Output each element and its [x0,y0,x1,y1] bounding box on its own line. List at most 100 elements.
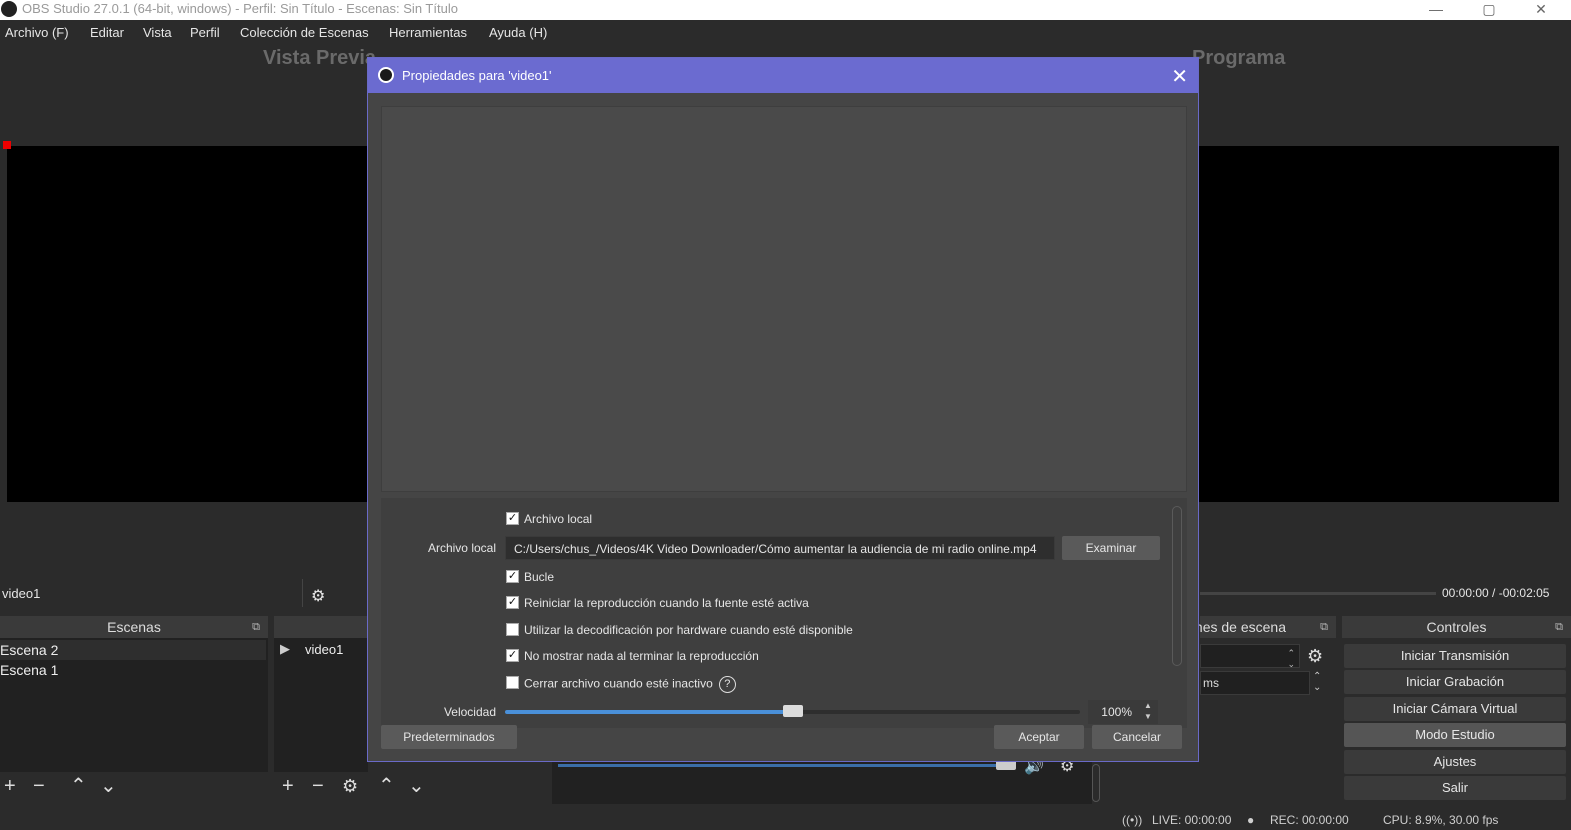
rec-indicator-icon: ● [1247,813,1255,827]
studio-mode-button[interactable]: Modo Estudio [1344,723,1566,747]
local-file-label: Archivo local [427,541,496,555]
sources-dock-header [274,616,368,638]
close-button[interactable]: ✕ [1518,0,1564,20]
live-indicator-icon: ((•)) [1122,813,1143,827]
window-title: OBS Studio 27.0.1 (64-bit, windows) - Pe… [22,1,458,16]
move-up-icon[interactable]: ⌃ [378,776,395,796]
scene-item[interactable]: Escena 1 [0,660,266,680]
start-recording-button[interactable]: Iniciar Grabación [1344,670,1566,694]
remove-scene-icon[interactable]: − [33,776,45,796]
option-label: Utilizar la decodificación por hardware … [524,623,853,637]
loop-checkbox[interactable]: ✓ [506,570,519,583]
dock-float-icon[interactable]: ⧉ [1320,616,1328,638]
obs-logo-icon [1,1,17,17]
gear-icon: ⚙ [311,588,326,605]
move-up-icon[interactable]: ⌃ [70,776,87,796]
add-source-icon[interactable]: + [282,776,294,796]
close-inactive-checkbox[interactable] [506,676,519,689]
settings-button[interactable]: Ajustes [1344,750,1566,774]
move-down-icon[interactable]: ⌄ [408,776,425,796]
option-label-wrap: Cerrar archivo cuando esté inactivo? [524,676,736,693]
speed-spinbox[interactable]: 100% ▲ ▼ [1088,700,1158,724]
source-item[interactable]: video1 [305,642,343,657]
media-timecode: 00:00:00 / -00:02:05 [1442,586,1550,600]
media-seek-bar[interactable] [1200,592,1436,595]
status-bar: ((•)) LIVE: 00:00:00 ● REC: 00:00:00 CPU… [0,808,1571,830]
properties-scrollbar[interactable] [1172,506,1182,666]
scenes-list: Escena 2 Escena 1 [0,638,268,772]
maximize-button[interactable]: ▢ [1466,0,1512,20]
speed-slider-handle[interactable] [782,705,803,717]
transitions-dock-header: Transiciones de escena ⧉ [1196,616,1336,638]
move-down-icon[interactable]: ⌄ [100,776,117,796]
option-label: No mostrar nada al terminar la reproducc… [524,649,759,663]
volume-meter [558,764,998,767]
scenes-dock-title: Escenas [107,619,161,635]
option-label: Reiniciar la reproducción cuando la fuen… [524,596,809,610]
menu-editar[interactable]: Editar [90,25,124,40]
browse-button[interactable]: Examinar [1062,536,1160,560]
hw-decoding-checkbox[interactable] [506,623,519,636]
transition-select[interactable]: ⌃ ⌄ [1200,644,1300,669]
dock-float-icon[interactable]: ⧉ [1555,616,1563,638]
menu-herramientas[interactable]: Herramientas [389,25,467,40]
menu-coleccion-escenas[interactable]: Colección de Escenas [240,25,369,40]
dialog-source-preview [381,106,1187,492]
add-scene-icon[interactable]: + [4,776,16,796]
help-icon[interactable]: ? [718,676,736,693]
spin-arrows-icon[interactable]: ▲ ▼ [1141,700,1155,722]
menu-archivo[interactable]: Archivo (F) [5,25,69,40]
cancel-button[interactable]: Cancelar [1092,725,1182,749]
menu-ayuda[interactable]: Ayuda (H) [489,25,547,40]
program-canvas [1199,146,1559,502]
speed-value: 100% [1101,705,1132,719]
restart-checkbox[interactable]: ✓ [506,596,519,609]
remove-source-icon[interactable]: − [312,776,324,796]
dock-float-icon[interactable]: ⧉ [252,616,260,638]
scene-item[interactable]: Escena 2 [0,640,266,660]
local-file-path-input[interactable]: C:/Users/chus_/Videos/4K Video Downloade… [505,536,1055,560]
speed-label: Velocidad [443,705,496,719]
sources-toolbar: + − ⚙ ⌃ ⌄ [274,772,550,802]
duration-unit: ms [1203,676,1219,690]
gear-icon[interactable]: ⚙ [1307,646,1323,667]
local-file-checkbox-label: Archivo local [524,512,593,526]
defaults-button[interactable]: Predeterminados [381,725,517,749]
play-icon: ▶ [280,641,290,656]
dialog-titlebar: Propiedades para 'video1' ✕ [368,58,1198,93]
option-label: Bucle [524,570,555,584]
window-titlebar: OBS Studio 27.0.1 (64-bit, windows) - Pe… [0,0,1571,20]
option-label: Cerrar archivo cuando esté inactivo [524,676,713,691]
local-file-checkbox[interactable]: ✓ [506,512,519,525]
accept-button[interactable]: Aceptar [994,725,1084,749]
sources-list: ▶ video1 [274,638,368,772]
start-virtual-camera-button[interactable]: Iniciar Cámara Virtual [1344,697,1566,721]
controls-dock-title: Controles [1426,619,1487,635]
gear-icon[interactable]: ⚙ [342,776,358,796]
dialog-properties-area [381,498,1187,728]
source-handle-marker[interactable] [3,141,11,149]
hide-on-end-checkbox[interactable]: ✓ [506,649,519,662]
controls-dock-header: Controles ⧉ [1342,616,1571,638]
scenes-toolbar: + − ⌃ ⌄ [0,772,268,802]
rec-status: REC: 00:00:00 [1270,813,1349,827]
minimize-button[interactable]: — [1413,0,1459,20]
speed-slider-fill [505,710,793,714]
start-streaming-button[interactable]: Iniciar Transmisión [1344,644,1566,668]
preview-canvas[interactable] [7,146,369,502]
menu-perfil[interactable]: Perfil [190,25,220,40]
duration-spinner[interactable]: ⌃ ⌄ [1313,671,1321,693]
menu-vista[interactable]: Vista [143,25,172,40]
exit-button[interactable]: Salir [1344,776,1566,800]
mixer-scrollbar[interactable] [1092,764,1100,802]
program-title: Programa [1192,47,1286,69]
scenes-dock-header: Escenas ⧉ [0,616,268,638]
properties-dialog: Propiedades para 'video1' ✕ ✓ Archivo lo… [367,57,1199,762]
dialog-title: Propiedades para 'video1' [402,68,552,83]
selected-source-label: video1 [2,586,41,601]
source-properties-button[interactable]: ⚙ [302,579,372,607]
live-status: LIVE: 00:00:00 [1152,813,1232,827]
menu-bar: Archivo (F) Editar Vista Perfil Colecció… [0,20,1571,46]
dialog-close-icon[interactable]: ✕ [1171,64,1188,89]
transition-duration-field[interactable]: ms [1200,671,1310,695]
